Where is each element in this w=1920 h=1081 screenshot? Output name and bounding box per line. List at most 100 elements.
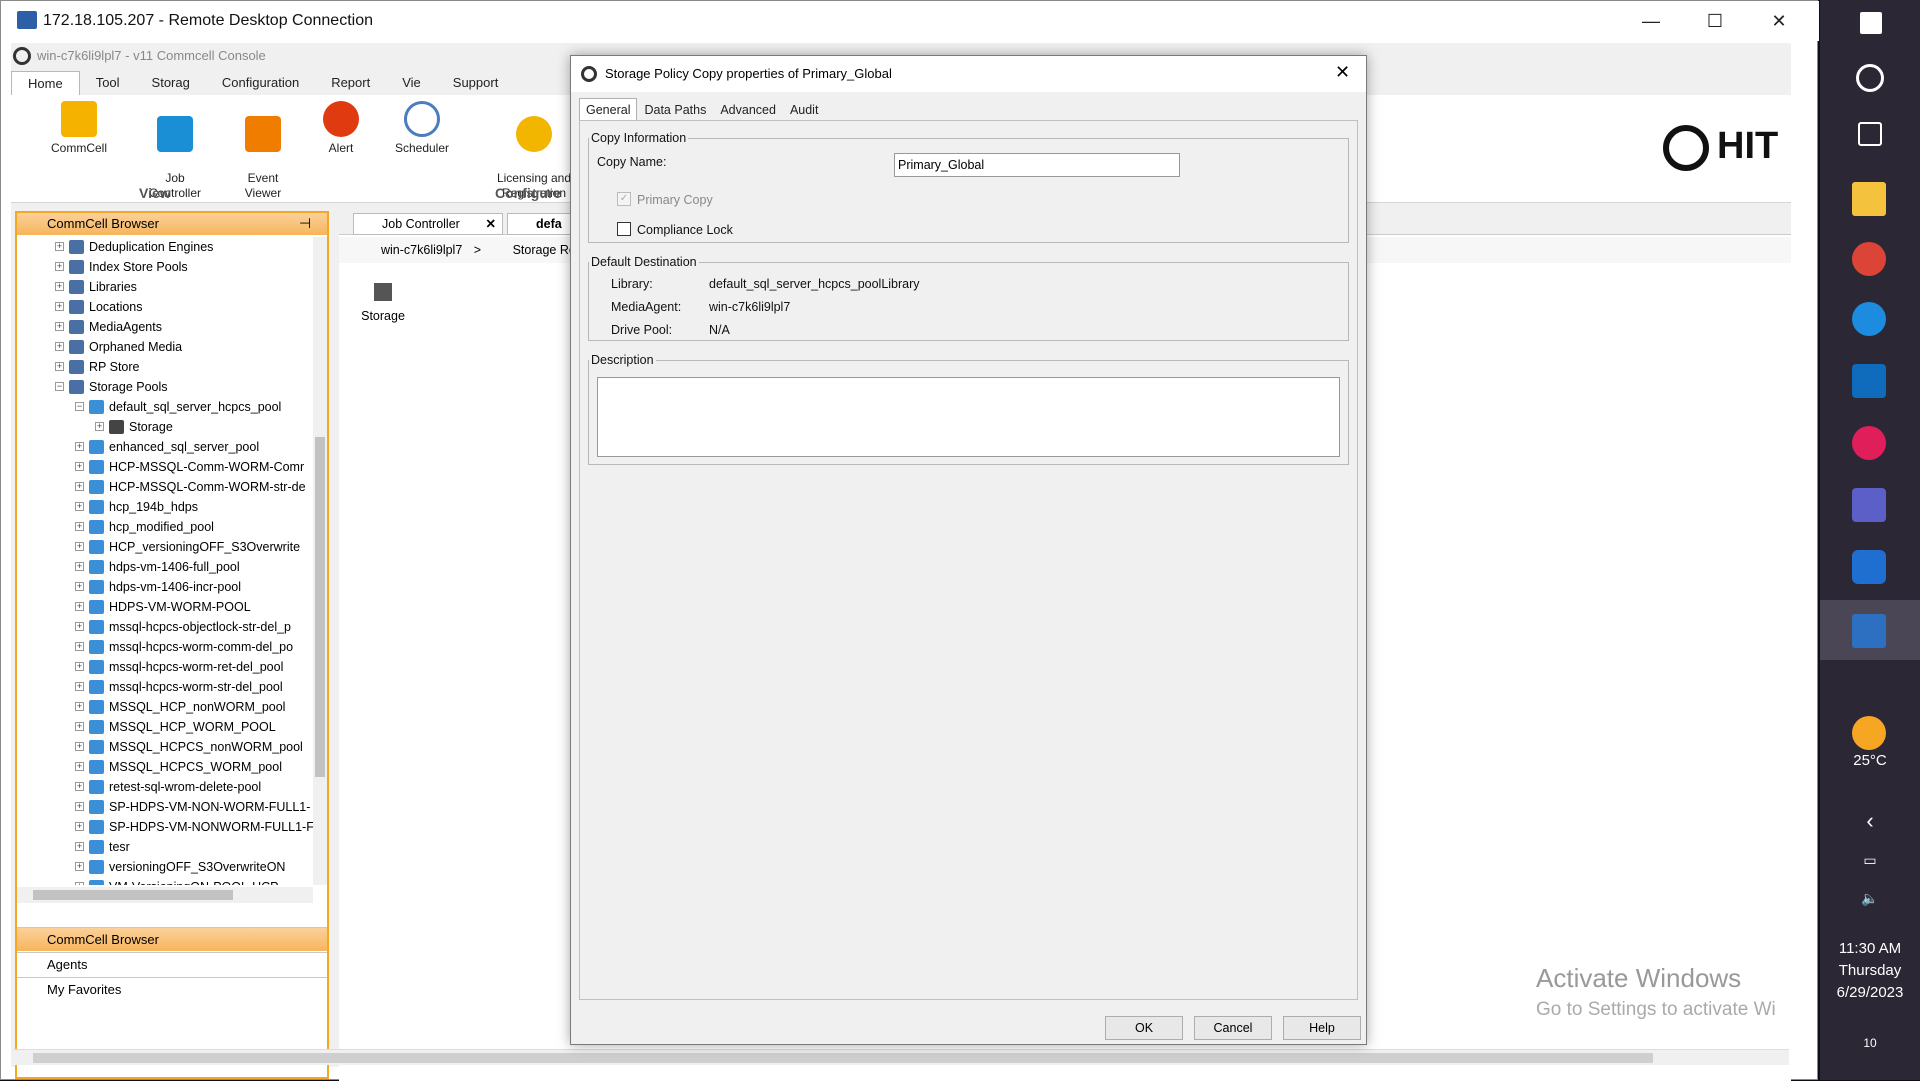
chevron-left-icon[interactable]: ‹ bbox=[1820, 808, 1920, 834]
alert-button[interactable]: Alert bbox=[303, 101, 379, 156]
tab-advanced[interactable]: Advanced bbox=[713, 98, 783, 120]
expand-toggle-icon[interactable]: + bbox=[75, 842, 84, 851]
tree-item[interactable]: + mssql-hcpcs-worm-comm-del_po bbox=[17, 637, 313, 657]
help-button[interactable]: Help bbox=[1283, 1016, 1361, 1040]
file-explorer-icon[interactable] bbox=[1852, 182, 1886, 216]
expand-toggle-icon[interactable]: + bbox=[75, 722, 84, 731]
tree-item[interactable]: − Storage Pools bbox=[17, 377, 313, 397]
nav-agents[interactable]: Agents bbox=[17, 952, 327, 976]
scheduler-button[interactable]: Scheduler bbox=[381, 101, 463, 156]
expand-toggle-icon[interactable]: + bbox=[75, 502, 84, 511]
expand-toggle-icon[interactable]: + bbox=[55, 242, 64, 251]
expand-toggle-icon[interactable]: − bbox=[75, 402, 84, 411]
scroll-thumb[interactable] bbox=[315, 437, 325, 777]
tree-vertical-scrollbar[interactable] bbox=[313, 237, 327, 885]
storage-item[interactable]: Storage bbox=[351, 283, 415, 323]
tab-general[interactable]: General bbox=[579, 98, 638, 120]
expand-toggle-icon[interactable]: + bbox=[75, 462, 84, 471]
tree-item[interactable]: + VM-VersioningON-POOL-HCP bbox=[17, 877, 313, 885]
expand-toggle-icon[interactable]: + bbox=[55, 342, 64, 351]
tab-configuration[interactable]: Configuration bbox=[206, 71, 315, 95]
task-view-icon[interactable] bbox=[1858, 122, 1882, 146]
console-bottom-scrollbar[interactable] bbox=[13, 1049, 1789, 1065]
breadcrumb-storage[interactable]: Storage Re bbox=[513, 243, 576, 257]
tree-horizontal-scrollbar[interactable] bbox=[17, 887, 313, 903]
tab-storage[interactable]: Storag bbox=[136, 71, 206, 95]
tree-item[interactable]: + mssql-hcpcs-worm-str-del_pool bbox=[17, 677, 313, 697]
volume-icon[interactable]: 🔈 bbox=[1820, 890, 1920, 907]
ok-button[interactable]: OK bbox=[1105, 1016, 1183, 1040]
expand-toggle-icon[interactable]: + bbox=[55, 302, 64, 311]
edge-icon[interactable] bbox=[1852, 302, 1886, 336]
tab-data-paths[interactable]: Data Paths bbox=[637, 98, 713, 120]
description-textarea[interactable] bbox=[597, 377, 1340, 457]
expand-toggle-icon[interactable]: + bbox=[75, 882, 84, 885]
expand-toggle-icon[interactable]: + bbox=[75, 742, 84, 751]
breadcrumb-server[interactable]: win-c7k6li9lpl7 bbox=[381, 243, 462, 257]
battery-icon[interactable]: ▭ bbox=[1820, 852, 1920, 869]
weather-icon[interactable] bbox=[1852, 716, 1886, 750]
tree-item[interactable]: + MSSQL_HCP_nonWORM_pool bbox=[17, 697, 313, 717]
tree-item[interactable]: + Storage bbox=[17, 417, 313, 437]
clock-date[interactable]: 6/29/2023 bbox=[1820, 984, 1920, 1001]
expand-toggle-icon[interactable]: + bbox=[75, 582, 84, 591]
expand-toggle-icon[interactable]: + bbox=[75, 762, 84, 771]
expand-toggle-icon[interactable]: + bbox=[55, 322, 64, 331]
tree-item[interactable]: + Deduplication Engines bbox=[17, 237, 313, 257]
tree-item[interactable]: + versioningOFF_S3OverwriteON bbox=[17, 857, 313, 877]
tree-item[interactable]: + hcp_modified_pool bbox=[17, 517, 313, 537]
tree-item[interactable]: + MSSQL_HCPCS_WORM_pool bbox=[17, 757, 313, 777]
expand-toggle-icon[interactable]: + bbox=[55, 362, 64, 371]
expand-toggle-icon[interactable]: + bbox=[55, 262, 64, 271]
tab-view[interactable]: Vie bbox=[386, 71, 437, 95]
expand-toggle-icon[interactable]: + bbox=[75, 702, 84, 711]
tree-item[interactable]: + mssql-hcpcs-objectlock-str-del_p bbox=[17, 617, 313, 637]
expand-toggle-icon[interactable]: + bbox=[75, 822, 84, 831]
nav-my-favorites[interactable]: My Favorites bbox=[17, 977, 327, 1001]
expand-toggle-icon[interactable]: + bbox=[75, 662, 84, 671]
expand-toggle-icon[interactable]: + bbox=[75, 542, 84, 551]
tree-item[interactable]: + Orphaned Media bbox=[17, 337, 313, 357]
expand-toggle-icon[interactable]: + bbox=[75, 802, 84, 811]
event-viewer-button[interactable]: Event Viewer bbox=[223, 101, 303, 201]
close-button[interactable]: ✕ bbox=[1747, 1, 1811, 41]
hscroll-thumb[interactable] bbox=[33, 890, 233, 900]
teams-icon[interactable] bbox=[1852, 488, 1886, 522]
tree-item[interactable]: + HDPS-VM-WORM-POOL bbox=[17, 597, 313, 617]
expand-toggle-icon[interactable]: + bbox=[75, 622, 84, 631]
pin-icon[interactable]: ⊣ bbox=[299, 215, 311, 232]
close-tab-icon[interactable]: ✕ bbox=[486, 214, 496, 234]
expand-toggle-icon[interactable]: + bbox=[75, 602, 84, 611]
tree-item[interactable]: − default_sql_server_hcpcs_pool bbox=[17, 397, 313, 417]
tree-item[interactable]: + SP-HDPS-VM-NONWORM-FULL1-F bbox=[17, 817, 313, 837]
tab-support[interactable]: Support bbox=[437, 71, 515, 95]
nav-commcell-browser[interactable]: CommCell Browser bbox=[17, 927, 327, 951]
clock-day[interactable]: Thursday bbox=[1820, 962, 1920, 979]
slack-icon[interactable] bbox=[1852, 426, 1886, 460]
expand-toggle-icon[interactable]: + bbox=[75, 522, 84, 531]
expand-toggle-icon[interactable]: + bbox=[75, 562, 84, 571]
tab-tool[interactable]: Tool bbox=[80, 71, 136, 95]
tree-item[interactable]: + hdps-vm-1406-full_pool bbox=[17, 557, 313, 577]
tree-item[interactable]: + SP-HDPS-VM-NON-WORM-FULL1- bbox=[17, 797, 313, 817]
tree-item[interactable]: + retest-sql-wrom-delete-pool bbox=[17, 777, 313, 797]
expand-toggle-icon[interactable]: + bbox=[75, 482, 84, 491]
expand-toggle-icon[interactable]: + bbox=[75, 682, 84, 691]
cancel-button[interactable]: Cancel bbox=[1194, 1016, 1272, 1040]
outlook-icon[interactable] bbox=[1852, 364, 1886, 398]
defender-icon[interactable] bbox=[1852, 550, 1886, 584]
tree-item[interactable]: + HCP-MSSQL-Comm-WORM-Comr bbox=[17, 457, 313, 477]
tree-item[interactable]: + hcp_194b_hdps bbox=[17, 497, 313, 517]
expand-toggle-icon[interactable]: − bbox=[55, 382, 64, 391]
tree-item[interactable]: + mssql-hcpcs-worm-ret-del_pool bbox=[17, 657, 313, 677]
windows-start-icon[interactable] bbox=[1860, 12, 1882, 34]
tree-item[interactable]: + HCP-MSSQL-Comm-WORM-str-de bbox=[17, 477, 313, 497]
search-icon[interactable] bbox=[1856, 64, 1884, 92]
tab-job-controller[interactable]: Job Controller ✕ bbox=[353, 213, 503, 235]
tree-item[interactable]: + tesr bbox=[17, 837, 313, 857]
tree-item[interactable]: + Locations bbox=[17, 297, 313, 317]
dialog-close-icon[interactable]: ✕ bbox=[1335, 62, 1350, 83]
tree-item[interactable]: + Index Store Pools bbox=[17, 257, 313, 277]
tree-item[interactable]: + MSSQL_HCPCS_nonWORM_pool bbox=[17, 737, 313, 757]
tree-item[interactable]: + MSSQL_HCP_WORM_POOL bbox=[17, 717, 313, 737]
